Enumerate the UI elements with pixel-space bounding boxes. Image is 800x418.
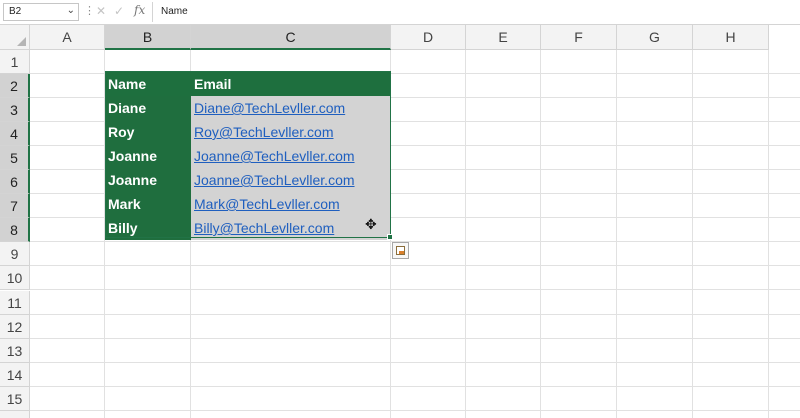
column-header-f[interactable]: F (541, 25, 617, 50)
row-header-14[interactable]: 14 (0, 363, 30, 387)
row-header-11[interactable]: 11 (0, 291, 30, 315)
email-link[interactable]: Mark@TechLevller.com (194, 196, 340, 212)
grid-row-line (30, 314, 800, 315)
row-header-16[interactable]: 16 (0, 411, 30, 418)
email-cell[interactable]: Diane@TechLevller.com (191, 96, 390, 120)
cross-cursor-icon: ✥ (365, 216, 377, 232)
grid-row-line (30, 362, 800, 363)
insert-function-icon[interactable]: fx (134, 3, 145, 17)
row-header-6[interactable]: 6 (0, 170, 30, 194)
email-cell[interactable]: Joanne@TechLevller.com (191, 144, 390, 168)
more-dots-icon: ⋮ (84, 5, 95, 17)
formula-bar: B2 ⌄ ⋮ ✕ ✓ fx Name (0, 0, 800, 25)
row-header-5[interactable]: 5 (0, 146, 30, 170)
row-header-12[interactable]: 12 (0, 315, 30, 339)
column-header-a[interactable]: A (30, 25, 105, 50)
row-header-3[interactable]: 3 (0, 98, 30, 122)
row-header-8[interactable]: 8 (0, 218, 30, 242)
row-header-15[interactable]: 15 (0, 387, 30, 411)
chevron-down-icon[interactable]: ⌄ (67, 5, 75, 16)
enter-check-icon[interactable]: ✓ (114, 4, 124, 18)
email-link[interactable]: Joanne@TechLevller.com (194, 148, 355, 164)
email-cell[interactable]: Joanne@TechLevller.com (191, 168, 390, 192)
column-header-c[interactable]: C (191, 25, 391, 50)
email-link[interactable]: Diane@TechLevller.com (194, 100, 345, 116)
name-box[interactable]: B2 ⌄ (3, 3, 79, 21)
name-box-value: B2 (9, 6, 22, 17)
fill-handle[interactable] (387, 234, 393, 240)
select-all-icon (17, 37, 26, 46)
name-cell[interactable]: Roy (105, 120, 191, 144)
row-header-4[interactable]: 4 (0, 122, 30, 146)
column-header-d[interactable]: D (391, 25, 466, 50)
row-header-2[interactable]: 2 (0, 74, 30, 98)
row-header-7[interactable]: 7 (0, 194, 30, 218)
name-cell[interactable]: Diane (105, 96, 191, 120)
row-header-1[interactable]: 1 (0, 50, 30, 74)
email-link[interactable]: Joanne@TechLevller.com (194, 172, 355, 188)
column-header-g[interactable]: G (617, 25, 693, 50)
grid-row-line (30, 241, 800, 242)
grid-row-line (30, 338, 800, 339)
grid-row-line (30, 265, 800, 266)
header-cell-name[interactable]: Name (105, 72, 191, 96)
name-cell[interactable]: Joanne (105, 144, 191, 168)
column-header-e[interactable]: E (466, 25, 541, 50)
name-cell[interactable]: Mark (105, 192, 191, 216)
email-cell[interactable]: Roy@TechLevller.com (191, 120, 390, 144)
name-cell[interactable]: Billy (105, 216, 191, 240)
email-cell[interactable]: Mark@TechLevller.com (191, 192, 390, 216)
cancel-icon[interactable]: ✕ (96, 4, 106, 18)
row-header-10[interactable]: 10 (0, 266, 30, 290)
grid-row-line (30, 410, 800, 411)
email-cell[interactable]: Billy@TechLevller.com (191, 216, 390, 240)
column-header-b[interactable]: B (105, 25, 191, 50)
name-cell[interactable]: Joanne (105, 168, 191, 192)
select-all-corner[interactable] (0, 25, 30, 50)
email-link[interactable]: Roy@TechLevller.com (194, 124, 334, 140)
email-link[interactable]: Billy@TechLevller.com (194, 220, 334, 236)
quick-analysis-button[interactable] (392, 242, 409, 259)
grid-row-line (30, 386, 800, 387)
row-header-13[interactable]: 13 (0, 339, 30, 363)
quick-analysis-icon (396, 246, 405, 255)
header-cell-email[interactable]: Email (191, 72, 390, 96)
grid-row-line (30, 289, 800, 290)
column-header-h[interactable]: H (693, 25, 769, 50)
row-header-9[interactable]: 9 (0, 242, 30, 266)
formula-input[interactable]: Name (152, 2, 798, 22)
formula-content: Name (161, 6, 188, 17)
